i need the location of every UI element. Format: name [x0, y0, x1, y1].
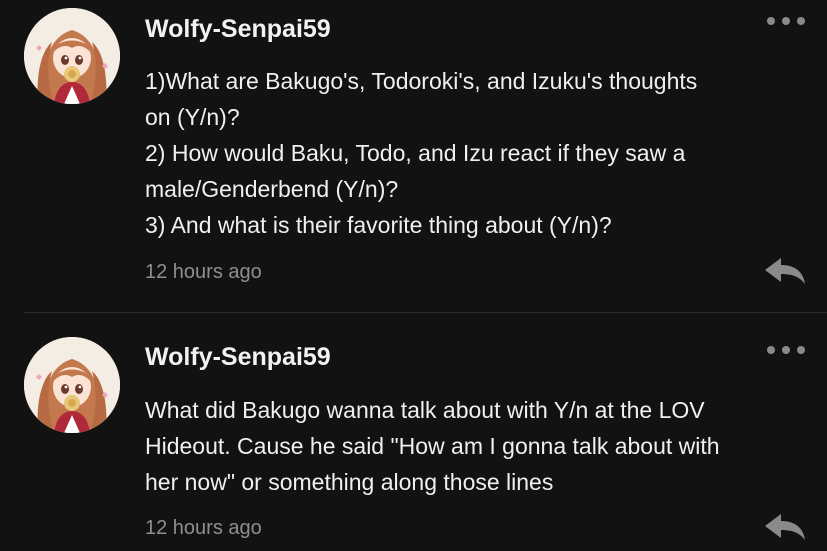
comment-text: What did Bakugo wanna talk about with Y/… — [145, 392, 810, 500]
dot — [782, 17, 790, 25]
timestamp: 12 hours ago — [145, 261, 262, 283]
comment-feed: Wolfy-Senpai59 1)What are Bakugo's, Todo… — [0, 0, 827, 551]
avatar[interactable] — [24, 8, 120, 104]
more-options-icon[interactable] — [767, 16, 805, 26]
dot — [797, 346, 805, 354]
comment-line: What did Bakugo wanna talk about with Y/… — [145, 397, 705, 423]
comment-line: 3) And what is their favorite thing abou… — [145, 212, 612, 238]
timestamp: 12 hours ago — [145, 517, 262, 539]
comment-line: Hideout. Cause he said "How am I gonna t… — [145, 433, 720, 459]
comment-line: male/Genderbend (Y/n)? — [145, 176, 399, 202]
username[interactable]: Wolfy-Senpai59 — [145, 342, 331, 372]
dot — [797, 17, 805, 25]
dot — [767, 346, 775, 354]
comment-line: 1)What are Bakugo's, Todoroki's, and Izu… — [145, 68, 698, 94]
comment-item: Wolfy-Senpai59 What did Bakugo wanna tal… — [0, 313, 827, 551]
dot — [767, 17, 775, 25]
comment-text: 1)What are Bakugo's, Todoroki's, and Izu… — [145, 63, 810, 243]
reply-arrow-icon[interactable] — [763, 256, 807, 286]
comment-line: on (Y/n)? — [145, 104, 240, 130]
comment-line: 2) How would Baku, Todo, and Izu react i… — [145, 140, 686, 166]
comment-line: her now" or something along those lines — [145, 469, 554, 495]
dot — [782, 346, 790, 354]
comment-item: Wolfy-Senpai59 1)What are Bakugo's, Todo… — [0, 0, 827, 312]
more-options-icon[interactable] — [767, 345, 805, 355]
reply-arrow-icon[interactable] — [763, 512, 807, 542]
username[interactable]: Wolfy-Senpai59 — [145, 14, 331, 44]
anime-girl-avatar-icon — [24, 337, 120, 433]
avatar[interactable] — [24, 337, 120, 433]
anime-girl-avatar-icon — [24, 8, 120, 104]
